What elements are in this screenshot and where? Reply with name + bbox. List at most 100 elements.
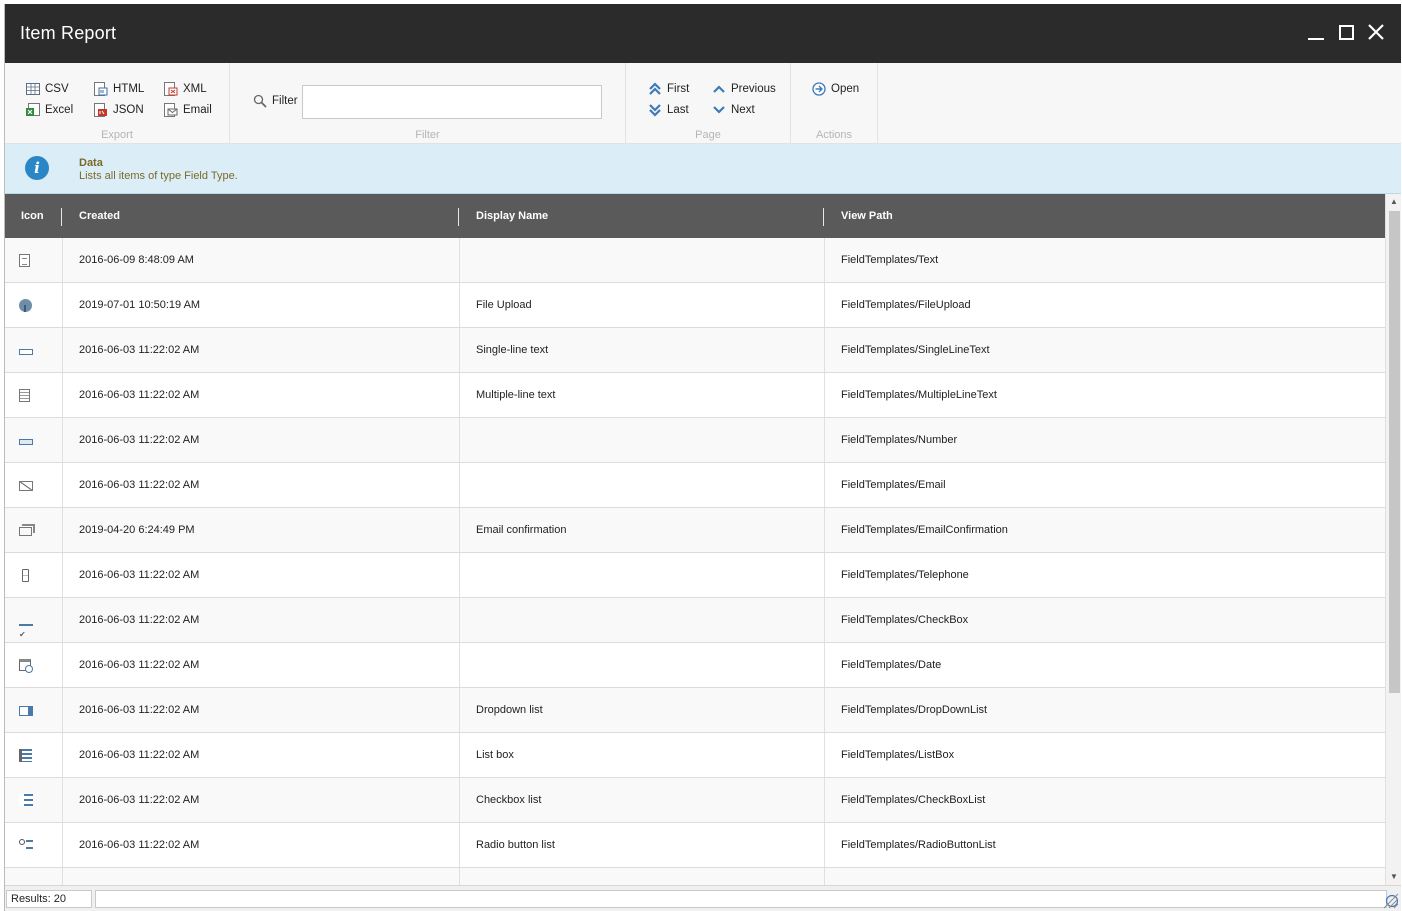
info-bar: i Data Lists all items of type Field Typ…: [5, 144, 1401, 194]
email-icon: [19, 481, 33, 491]
table-row[interactable]: 2016-06-03 11:22:02 AM FieldTemplates/Dat…: [5, 643, 1385, 688]
scroll-up-icon[interactable]: ▲: [1386, 194, 1402, 210]
table-row[interactable]: 2016-06-03 11:22:02 AM Multiple-line text…: [5, 373, 1385, 418]
double-chevron-down-icon: [647, 102, 663, 118]
radio-button-list-icon: [19, 839, 33, 851]
first-page-button[interactable]: First: [647, 80, 689, 98]
previous-page-button[interactable]: Previous: [711, 80, 776, 98]
cell-icon: [5, 238, 63, 282]
cell-view-path: FieldTemplates/CheckBox: [841, 614, 969, 626]
cell-created: 2019-07-01 10:50:19 AM: [63, 283, 460, 327]
table-row[interactable]: 2016-06-09 8:48:09 AM FieldTemplates/Text: [5, 238, 1385, 283]
table-row[interactable]: 2019-04-20 6:24:49 PM Email confirmation F…: [5, 508, 1385, 553]
cell-created: 2016-06-03 11:22:02 AM: [63, 733, 460, 777]
text-icon: [19, 253, 30, 267]
telephone-icon: [22, 568, 29, 582]
table-row[interactable]: 2016-06-03 11:22:02 AM Single-line text Fi…: [5, 328, 1385, 373]
table-row[interactable]: 2016-06-03 11:22:02 AM FieldTemplates/Che…: [5, 598, 1385, 643]
chevron-up-icon: [711, 81, 727, 97]
csv-icon: [25, 81, 41, 97]
export-excel-button[interactable]: Excel: [25, 101, 73, 119]
table-row[interactable]: 2016-06-03 11:22:02 AM List box FieldTempl…: [5, 733, 1385, 778]
export-json-button[interactable]: JSON: [93, 101, 144, 119]
filter-button[interactable]: Filter: [252, 92, 298, 110]
cell-icon: [5, 508, 63, 552]
cell-display-name: Multiple-line text: [460, 373, 825, 417]
column-separator[interactable]: [61, 208, 62, 226]
table-row[interactable]: 2016-06-03 11:22:02 AM Checkbox list Field…: [5, 778, 1385, 823]
cell-created: 2016-06-03 11:22:02 AM: [63, 823, 460, 867]
next-page-button[interactable]: Next: [711, 101, 755, 119]
resize-grip-icon[interactable]: [1383, 893, 1399, 909]
cell-display-name: [460, 418, 825, 462]
window-title: Item Report: [20, 23, 117, 43]
chevron-down-icon: [711, 102, 727, 118]
scrollbar-thumb[interactable]: [1389, 211, 1400, 693]
cell-view-path: FieldTemplates/Date: [841, 659, 942, 671]
filter-group-label: Filter: [415, 129, 440, 141]
export-xml-button[interactable]: XML: [163, 80, 207, 98]
export-csv-button[interactable]: CSV: [25, 80, 69, 98]
minimize-button[interactable]: [1305, 21, 1327, 43]
excel-icon: [25, 102, 41, 118]
last-page-button[interactable]: Last: [647, 101, 689, 119]
json-label: JSON: [113, 104, 144, 116]
table-row[interactable]: 2016-06-03 11:22:02 AM FieldTemplates/Tel…: [5, 553, 1385, 598]
cell-view-path: FieldTemplates/ListBox: [841, 749, 955, 761]
cell-created: 2016-06-03 11:22:02 AM: [63, 553, 460, 597]
ribbon: CSV Excel HTML JSON XML Email Export Fil…: [5, 63, 1401, 144]
column-separator[interactable]: [458, 208, 459, 226]
xml-icon: [163, 81, 179, 97]
cell-view-path: FieldTemplates/DropDownList: [841, 704, 988, 716]
table-row[interactable]: 2016-06-03 11:22:02 AM Radio button list F…: [5, 823, 1385, 868]
cell-view-path: FieldTemplates/Email: [841, 479, 946, 491]
table-row[interactable]: 2016-06-03 11:22:02 AM FieldTemplates/Num…: [5, 418, 1385, 463]
cell-icon: [5, 463, 63, 507]
cell-display-name: Radio button list: [460, 823, 825, 867]
vertical-scrollbar[interactable]: ▲ ▼: [1385, 194, 1401, 885]
export-html-button[interactable]: HTML: [93, 80, 144, 98]
maximize-icon: [1338, 24, 1354, 40]
column-header-created[interactable]: Created: [63, 194, 460, 238]
list-box-icon: [19, 748, 32, 762]
checkbox-icon: [19, 613, 33, 642]
column-header-icon[interactable]: Icon: [5, 194, 63, 238]
table-row[interactable]: 2016-06-03 11:22:02 AM Dropdown list Field…: [5, 688, 1385, 733]
actions-group: Open Actions: [791, 63, 878, 144]
export-email-button[interactable]: Email: [163, 101, 212, 119]
cell-created: 2019-04-20 6:24:49 PM: [63, 508, 460, 552]
scroll-down-icon[interactable]: ▼: [1386, 869, 1402, 885]
date-icon: [19, 659, 33, 673]
status-bar: Results: 20: [5, 885, 1401, 911]
cell-display-name: Single-line text: [460, 328, 825, 372]
table-row[interactable]: 2019-07-01 10:50:19 AM File Upload FieldTe…: [5, 283, 1385, 328]
next-label: Next: [731, 104, 755, 116]
info-description: Lists all items of type Field Type.: [79, 170, 238, 182]
email-label: Email: [183, 104, 212, 116]
cell-display-name: Checkbox list: [460, 778, 825, 822]
cell-created: 2016-06-03 11:22:02 AM: [63, 778, 460, 822]
filter-button-label: Filter: [272, 95, 298, 107]
cell-icon: [5, 778, 63, 822]
cell-view-path: FieldTemplates/Number: [841, 434, 958, 446]
cell-display-name: [460, 553, 825, 597]
cell-view-path: FieldTemplates/MultipleLineText: [841, 389, 997, 401]
cell-icon: [5, 598, 63, 642]
page-group-label: Page: [695, 129, 721, 141]
column-header-display-name[interactable]: Display Name: [460, 194, 825, 238]
cell-created: 2016-06-03 11:22:02 AM: [63, 598, 460, 642]
cell-view-path: FieldTemplates/SingleLineText: [841, 344, 990, 356]
column-separator[interactable]: [823, 208, 824, 226]
csv-label: CSV: [45, 83, 69, 95]
column-header-view-path[interactable]: View Path: [825, 194, 1385, 238]
results-count: Results: 20: [6, 890, 92, 908]
cell-icon: [5, 418, 63, 462]
filter-input[interactable]: [302, 85, 602, 119]
maximize-button[interactable]: [1335, 21, 1357, 43]
cell-icon: [5, 733, 63, 777]
table-row[interactable]: 2016-06-03 11:22:02 AM FieldTemplates/Ema…: [5, 463, 1385, 508]
close-icon: [1368, 24, 1384, 40]
close-button[interactable]: [1365, 21, 1387, 43]
table-row[interactable]: [5, 868, 1385, 885]
open-button[interactable]: Open: [811, 80, 859, 98]
